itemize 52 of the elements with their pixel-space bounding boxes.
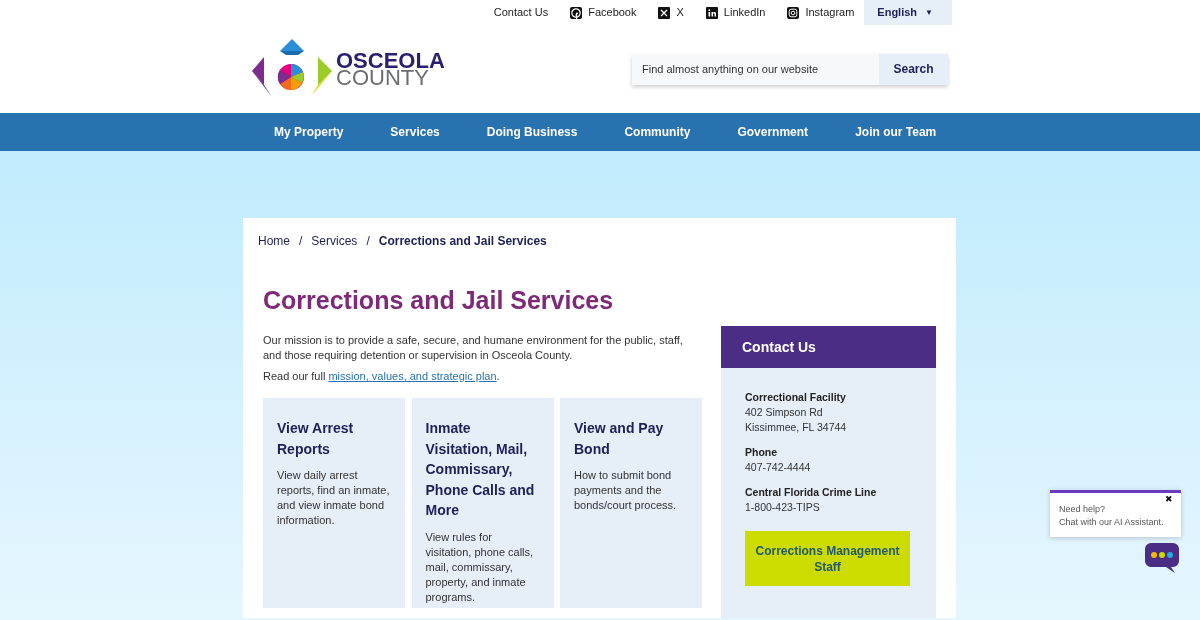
card-description: View daily arrest reports, find an inmate, and view inmate bond information. [277, 468, 391, 528]
nav-link[interactable]: Government [737, 123, 809, 141]
contact-link[interactable]: Contact Us [493, 4, 549, 21]
facebook-icon [570, 6, 583, 19]
nav-link[interactable]: Community [624, 123, 691, 141]
card-title: View and Pay Bond [574, 419, 665, 459]
search-button[interactable]: Search [879, 53, 948, 85]
nav-link[interactable]: Join our Team [855, 123, 937, 141]
linkedin-icon [705, 6, 718, 19]
close-button[interactable]: ✖ [1165, 495, 1173, 504]
breadcrumb-current: Corrections and Jail Services [378, 233, 547, 250]
chat-text: Chat with our AI Assistant. [1059, 516, 1165, 529]
contact-label: Phone [745, 445, 779, 460]
logo-text: COUNTY [336, 69, 429, 86]
nav-link[interactable]: Doing Business [486, 123, 578, 141]
card-description: View rules for visitation, phone calls, mail, commissary, property, and inmate programs. [425, 529, 535, 605]
contact-text: 1-800-423-TIPS [745, 500, 821, 515]
breadcrumb-separator: / [299, 233, 303, 250]
card-title: View Arrest Reports [277, 419, 355, 459]
contact-text: 407-742-4444 [745, 460, 812, 475]
staff-button[interactable]: Corrections Management Staff [745, 531, 910, 586]
contact-heading: Contact Us [721, 326, 936, 368]
social-link[interactable]: X [658, 4, 684, 21]
nav-link[interactable]: My Property [274, 123, 344, 141]
card-description: How to submit bond payments and the bonds/court process. [574, 468, 678, 513]
social-link[interactable]: Facebook [570, 4, 637, 21]
caret-icon: ▼ [925, 6, 933, 19]
page-title: Corrections and Jail Services [263, 285, 615, 315]
service-card[interactable]: View Arrest Reports View daily arrest reports, find an inmate, and view inmate bond information. [263, 398, 405, 608]
strategic-plan-link[interactable]: mission, values, and strategic plan [328, 370, 497, 382]
card-title: Inmate Visitation, Mail, Commissary, Phone Calls and More [425, 419, 536, 520]
breadcrumb-separator: / [366, 233, 370, 250]
x-logo-icon [658, 6, 671, 19]
contact-text: 402 Simpson Rd [745, 405, 824, 420]
service-card[interactable]: View and Pay Bond How to submit bond payments and the bonds/court process. [560, 398, 702, 608]
social-link[interactable]: Instagram [787, 4, 855, 21]
chat-bubble-icon[interactable] [1145, 543, 1179, 573]
service-card[interactable]: Inmate Visitation, Mail, Commissary, Phone Calls and More View rules for visitation, phone calls, mail, commissary, property, and inmate programs. [411, 398, 554, 608]
logo-text: OSCEOLA [336, 52, 445, 69]
language-dropdown[interactable]: English ▼ [864, 0, 952, 25]
contact-label: Correctional Facility [745, 390, 847, 405]
chat-text: Need help? [1059, 503, 1107, 516]
social-link[interactable]: LinkedIn [705, 4, 766, 21]
contact-label: Central Florida Crime Line [745, 485, 878, 500]
contact-text: Kissimmee, FL 34744 [745, 420, 848, 435]
breadcrumb-link[interactable]: Home [258, 232, 290, 250]
breadcrumb-link[interactable]: Services [311, 232, 358, 250]
mission-text: Our mission is to provide a safe, secure, and humane environment for the public, staff, and those requiring detention or supervision in Osceola County. [263, 333, 684, 363]
instagram-icon [787, 6, 800, 19]
nav-link[interactable]: Services [390, 123, 440, 141]
search-field[interactable]: Find almost anything on our website Search [632, 53, 948, 85]
read-more-text: Read our full mission, values, and strategic plan. [263, 369, 501, 384]
